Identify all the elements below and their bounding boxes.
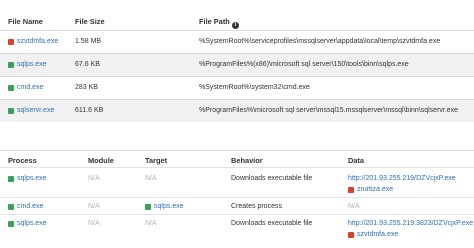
process-table-header: Process Module Target Behavior Data — [0, 150, 474, 166]
clean-indicator-icon — [8, 107, 14, 114]
data-url-link[interactable]: http://201.93.255.219:3823/DZVcjxP.exe — [348, 220, 473, 227]
data-url-link[interactable]: http://201.93.255.219/DZVcjxP.exe — [348, 175, 456, 182]
clean-indicator-icon — [8, 84, 14, 91]
target-value: N/A — [145, 220, 157, 227]
clean-indicator-icon — [8, 220, 14, 227]
header-file-name: File Name — [8, 17, 43, 26]
file-row: sqlservr.exe 611.6 KB %ProgramFiles%\mic… — [0, 99, 474, 122]
process-cell[interactable]: sqlps.exe — [8, 220, 47, 227]
file-name-cell[interactable]: szvtdmfa.exe — [8, 38, 58, 45]
header-target: Target — [145, 156, 168, 165]
file-path: %ProgramFiles%(x86)\microsoft sql server… — [199, 61, 409, 68]
process-row: cmd.exe N/A sqlps.exe Creates process N/… — [0, 197, 474, 214]
process-row: sqlps.exe N/A N/A Downloads executable f… — [0, 214, 474, 243]
files-table-header: File Name File Size File Path i — [0, 12, 474, 29]
file-row: cmd.exe 283 KB %SystemRoot%\system32\cmd… — [0, 76, 474, 99]
data-value: N/A — [348, 203, 360, 210]
file-name-link[interactable]: sqlps.exe — [17, 61, 47, 68]
process-link[interactable]: sqlps.exe — [17, 220, 47, 227]
file-size: 1.58 MB — [75, 38, 102, 45]
behavior-value: Downloads executable file — [231, 220, 313, 227]
file-path: %ProgramFiles%\microsoft sql server\mssq… — [199, 107, 459, 114]
data-file-cell[interactable]: szvtdmfa.exe — [348, 231, 398, 238]
data-file-link[interactable]: szvtdmfa.exe — [357, 231, 398, 238]
process-cell[interactable]: cmd.exe — [8, 203, 43, 210]
files-table: File Name File Size File Path i szvtdmfa.… — [0, 12, 474, 122]
clean-indicator-icon — [8, 175, 14, 182]
file-name-link[interactable]: szvtdmfa.exe — [17, 38, 58, 45]
file-name-cell[interactable]: cmd.exe — [8, 84, 43, 91]
info-icon[interactable]: i — [231, 22, 239, 29]
module-value: N/A — [88, 175, 100, 182]
header-file-size: File Size — [75, 17, 105, 26]
clean-indicator-icon — [145, 203, 151, 210]
file-name-link[interactable]: cmd.exe — [17, 84, 43, 91]
clean-indicator-icon — [8, 61, 14, 68]
target-cell[interactable]: sqlps.exe — [145, 203, 184, 210]
module-value: N/A — [88, 220, 100, 227]
process-row: sqlps.exe N/A N/A Downloads executable f… — [0, 167, 474, 197]
file-row: sqlps.exe 67.6 KB %ProgramFiles%(x86)\mi… — [0, 53, 474, 76]
header-file-path: File Path i — [199, 17, 239, 29]
target-value: N/A — [145, 175, 157, 182]
process-link[interactable]: cmd.exe — [17, 203, 43, 210]
process-cell[interactable]: sqlps.exe — [8, 175, 47, 182]
header-behavior: Behavior — [231, 156, 263, 165]
behavior-value: Downloads executable file — [231, 175, 313, 182]
data-file-link[interactable]: zrurtiza.exe — [357, 186, 393, 193]
module-value: N/A — [88, 203, 100, 210]
file-path: %SystemRoot%\serviceprofiles\mssqlserver… — [199, 38, 441, 45]
header-file-path-label: File Path — [199, 17, 230, 26]
threat-indicator-icon — [348, 231, 354, 238]
file-name-link[interactable]: sqlservr.exe — [17, 107, 54, 114]
header-data: Data — [348, 156, 365, 165]
threat-indicator-icon — [8, 38, 14, 45]
clean-indicator-icon — [8, 203, 14, 210]
process-link[interactable]: sqlps.exe — [17, 175, 47, 182]
header-module: Module — [88, 156, 114, 165]
file-size: 611.6 KB — [75, 107, 104, 114]
behavior-value: Creates process — [231, 203, 282, 210]
file-size: 67.6 KB — [75, 61, 100, 68]
target-link[interactable]: sqlps.exe — [154, 203, 184, 210]
file-path: %SystemRoot%\system32\cmd.exe — [199, 84, 310, 91]
file-name-cell[interactable]: sqlps.exe — [8, 61, 47, 68]
file-size: 283 KB — [75, 84, 98, 91]
file-name-cell[interactable]: sqlservr.exe — [8, 107, 54, 114]
threat-indicator-icon — [348, 186, 354, 193]
data-file-cell[interactable]: zrurtiza.exe — [348, 186, 393, 193]
file-row: szvtdmfa.exe 1.58 MB %SystemRoot%\servic… — [0, 30, 474, 53]
header-process: Process — [8, 156, 37, 165]
